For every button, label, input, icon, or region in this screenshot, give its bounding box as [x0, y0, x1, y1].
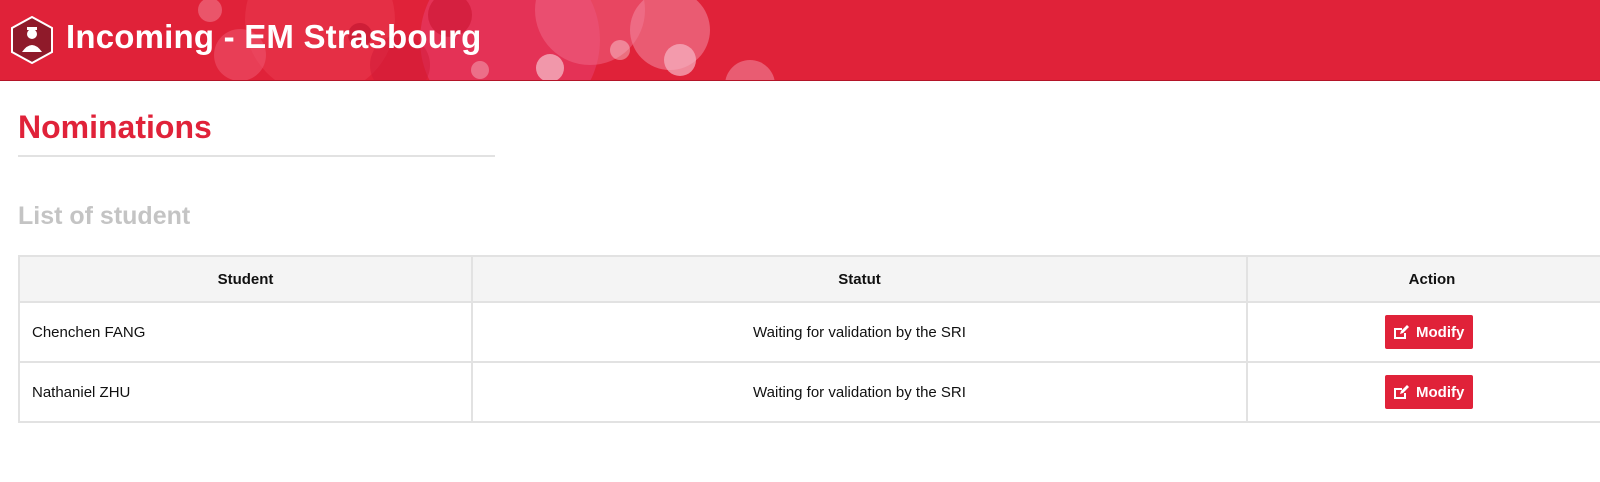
column-header-action: Action	[1246, 255, 1600, 303]
students-table: Student Statut Action Chenchen FANG Wait…	[18, 255, 1600, 423]
student-status: Waiting for validation by the SRI	[471, 361, 1248, 423]
title-divider	[18, 155, 495, 157]
student-status: Waiting for validation by the SRI	[471, 301, 1248, 363]
action-cell: Modify	[1246, 301, 1600, 363]
app-header: Incoming - EM Strasbourg	[0, 0, 1600, 81]
section-title: List of student	[18, 202, 191, 230]
column-header-statut: Statut	[471, 255, 1248, 303]
table-row: Nathaniel ZHU Waiting for validation by …	[18, 361, 1600, 423]
action-cell: Modify	[1246, 361, 1600, 423]
table-header-row: Student Statut Action	[18, 255, 1600, 303]
modify-button[interactable]: Modify	[1385, 375, 1474, 409]
main-content: Nominations List of student Student Stat…	[0, 107, 1600, 423]
column-header-student: Student	[18, 255, 473, 303]
modify-button-label: Modify	[1416, 323, 1465, 341]
app-title: Incoming - EM Strasbourg	[66, 18, 482, 55]
table-row: Chenchen FANG Waiting for validation by …	[18, 301, 1600, 363]
modify-button[interactable]: Modify	[1385, 315, 1474, 349]
page-title: Nominations	[18, 109, 212, 145]
edit-icon	[1394, 384, 1409, 399]
student-name: Chenchen FANG	[18, 301, 473, 363]
school-logo-icon[interactable]	[10, 16, 54, 64]
student-name: Nathaniel ZHU	[18, 361, 473, 423]
modify-button-label: Modify	[1416, 383, 1465, 401]
edit-icon	[1394, 324, 1409, 339]
